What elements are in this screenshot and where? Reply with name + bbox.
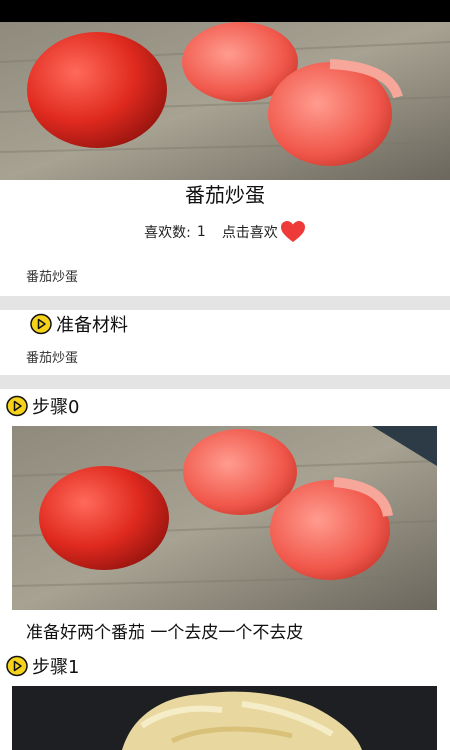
heart-icon[interactable]	[280, 220, 306, 244]
recipe-hero-image	[0, 22, 450, 180]
divider	[0, 375, 450, 389]
ingredients-heading: 准备材料	[30, 311, 128, 337]
ingredients-heading-text: 准备材料	[56, 315, 128, 336]
play-icon	[6, 395, 28, 417]
step-heading: 步骤1	[6, 653, 79, 679]
likes-count: 1	[196, 224, 206, 240]
step-image	[12, 426, 437, 610]
step-label: 步骤0	[32, 397, 80, 418]
recipe-title: 番茄炒蛋	[185, 183, 265, 207]
step-image	[12, 686, 437, 750]
like-action-label[interactable]: 点击喜欢	[222, 222, 278, 242]
play-icon	[30, 313, 52, 335]
recipe-description: 番茄炒蛋	[26, 270, 79, 285]
play-icon	[6, 655, 28, 677]
likes-row: 喜欢数: 1 点击喜欢	[0, 218, 450, 246]
step-description: 准备好两个番茄 一个去皮一个不去皮	[26, 623, 304, 643]
status-bar	[0, 0, 450, 22]
likes-label: 喜欢数:	[144, 225, 191, 241]
divider	[0, 296, 450, 310]
step-label: 步骤1	[32, 657, 80, 678]
step-heading: 步骤0	[6, 393, 79, 419]
ingredients-text: 番茄炒蛋	[26, 351, 79, 366]
